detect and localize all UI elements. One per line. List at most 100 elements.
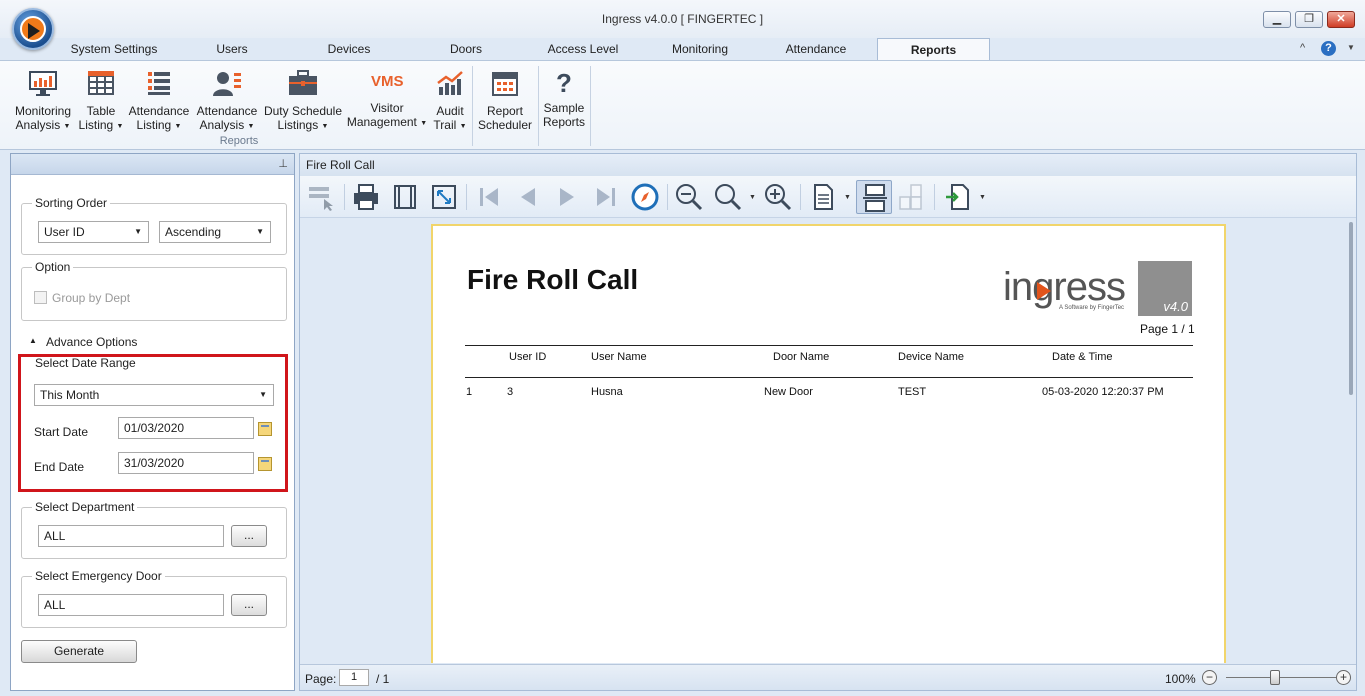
tab-devices[interactable]: Devices [310, 38, 388, 61]
ribbon-label: Trail [433, 118, 457, 132]
sorting-order-group: Sorting Order User ID ▼ Ascending ▼ [21, 196, 287, 255]
collapse-ribbon-icon[interactable]: ^ [1300, 42, 1305, 54]
zoom-out-button[interactable] [674, 182, 704, 212]
start-date-input[interactable]: 01/03/2020 [118, 417, 254, 439]
chevron-down-icon[interactable]: ▼ [844, 194, 851, 201]
zoom-in-icon[interactable]: + [1336, 670, 1351, 685]
page-setup-button[interactable] [390, 182, 420, 212]
ribbon-label: Monitoring [14, 104, 72, 118]
report-scheduler-button[interactable]: Report Scheduler [476, 69, 534, 132]
monitoring-analysis-button[interactable]: Monitoring Analysis ▼ [10, 69, 76, 134]
tab-attendance[interactable]: Attendance [776, 38, 856, 61]
app-menu-button[interactable] [12, 8, 54, 50]
single-page-button[interactable] [808, 182, 838, 212]
tab-system-settings[interactable]: System Settings [62, 38, 166, 61]
export-button[interactable] [943, 182, 973, 212]
generate-button[interactable]: Generate [21, 640, 137, 663]
report-viewer-title: Fire Roll Call [300, 154, 1356, 176]
ribbon-label: Listing [78, 118, 114, 132]
toolbar-separator [344, 184, 345, 210]
calendar-icon[interactable] [258, 457, 272, 471]
print-button[interactable] [351, 182, 381, 212]
chevron-down-icon[interactable]: ▼ [749, 194, 756, 201]
emergency-door-input[interactable]: ALL [38, 594, 224, 616]
calendar-icon[interactable] [258, 422, 272, 436]
vertical-scrollbar[interactable] [1346, 219, 1356, 663]
table-cell: Husna [591, 386, 623, 398]
next-page-button[interactable] [552, 182, 582, 212]
viewer-status-bar: Page: 1 / 1 100% − + [300, 664, 1356, 690]
ribbon-separator [538, 66, 539, 146]
emergency-door-browse-button[interactable]: ... [231, 594, 267, 616]
facing-pages-button[interactable] [896, 182, 926, 212]
table-icon [88, 71, 114, 95]
table-cell: 05-03-2020 12:20:37 PM [1042, 386, 1164, 398]
page-icon [814, 184, 833, 210]
ribbon-label: Audit [436, 104, 464, 118]
chevron-down-icon[interactable]: ▼ [979, 194, 986, 201]
zoom-in-button[interactable] [763, 182, 793, 212]
previous-page-button[interactable] [513, 182, 543, 212]
trend-chart-icon [437, 71, 463, 95]
column-header: Door Name [773, 351, 830, 363]
compass-icon [631, 183, 659, 211]
ribbon-label: Analysis [199, 118, 245, 132]
calendar-icon [492, 72, 518, 96]
pin-icon[interactable]: ⊥ [278, 157, 288, 170]
sort-order-select[interactable]: Ascending ▼ [159, 221, 271, 243]
end-date-input[interactable]: 31/03/2020 [118, 452, 254, 474]
scrollbar-thumb[interactable] [1349, 222, 1353, 395]
column-header: User ID [509, 351, 547, 363]
group-by-dept-checkbox[interactable] [34, 291, 47, 304]
duty-schedule-listings-button[interactable]: Duty Schedule Listings ▼ [262, 69, 344, 134]
date-range-group: Select Date Range This Month ▼ Start Dat… [21, 356, 287, 487]
title-bar: Ingress v4.0.0 [ FINGERTEC ] ▁ ❐ ✕ [0, 0, 1365, 38]
ribbon-label: Analysis [15, 118, 61, 132]
close-button[interactable]: ✕ [1327, 11, 1355, 28]
audit-trail-button[interactable]: Audit Trail ▼ [430, 69, 470, 134]
advance-options-toggle[interactable]: Advance Options [46, 335, 137, 349]
fit-page-button[interactable] [429, 182, 459, 212]
go-to-page-button[interactable] [630, 182, 660, 212]
chevron-down-icon[interactable]: ▼ [1347, 43, 1355, 52]
last-page-icon [597, 188, 615, 206]
restore-button[interactable]: ❐ [1295, 11, 1323, 28]
header-rule [465, 345, 1193, 346]
start-date-label: Start Date [34, 425, 89, 439]
panel-header: ⊥ [11, 154, 294, 175]
page-total: / 1 [376, 672, 390, 686]
sort-order-value: Ascending [165, 225, 222, 239]
page-number-input[interactable]: 1 [339, 669, 369, 686]
zoom-button[interactable] [713, 182, 743, 212]
attendance-analysis-button[interactable]: Attendance Analysis ▼ [195, 69, 259, 134]
help-icon[interactable]: ? [1321, 41, 1336, 56]
tab-access-level[interactable]: Access Level [540, 38, 626, 61]
continuous-view-icon [863, 184, 887, 212]
zoom-in-icon [765, 184, 792, 211]
ribbon-label: Attendance [128, 104, 190, 118]
zoom-slider-thumb[interactable] [1270, 670, 1280, 685]
last-page-button[interactable] [591, 182, 621, 212]
select-tool-button[interactable] [306, 182, 336, 212]
visitor-management-button[interactable]: VMS Visitor Management ▼ [346, 69, 428, 131]
next-page-icon [560, 188, 574, 206]
tab-doors[interactable]: Doors [430, 38, 502, 61]
date-range-select[interactable]: This Month ▼ [34, 384, 274, 406]
attendance-listing-button[interactable]: Attendance Listing ▼ [127, 69, 191, 134]
collapse-arrow-icon[interactable]: ▲ [29, 336, 37, 345]
department-browse-button[interactable]: ... [231, 525, 267, 547]
first-page-button[interactable] [474, 182, 504, 212]
sample-reports-button[interactable]: ? Sample Reports [541, 69, 587, 129]
toolbar-separator [800, 184, 801, 210]
minimize-button[interactable]: ▁ [1263, 11, 1291, 28]
tab-monitoring[interactable]: Monitoring [660, 38, 740, 61]
continuous-view-button[interactable] [856, 180, 892, 214]
table-listing-button[interactable]: Table Listing ▼ [78, 69, 124, 134]
tab-users[interactable]: Users [196, 38, 268, 61]
zoom-slider[interactable] [1226, 677, 1336, 678]
department-input[interactable]: ALL [38, 525, 224, 547]
zoom-out-icon[interactable]: − [1202, 670, 1217, 685]
restore-icon: ❐ [1304, 13, 1314, 25]
sort-field-select[interactable]: User ID ▼ [38, 221, 149, 243]
tab-reports[interactable]: Reports [877, 38, 990, 61]
